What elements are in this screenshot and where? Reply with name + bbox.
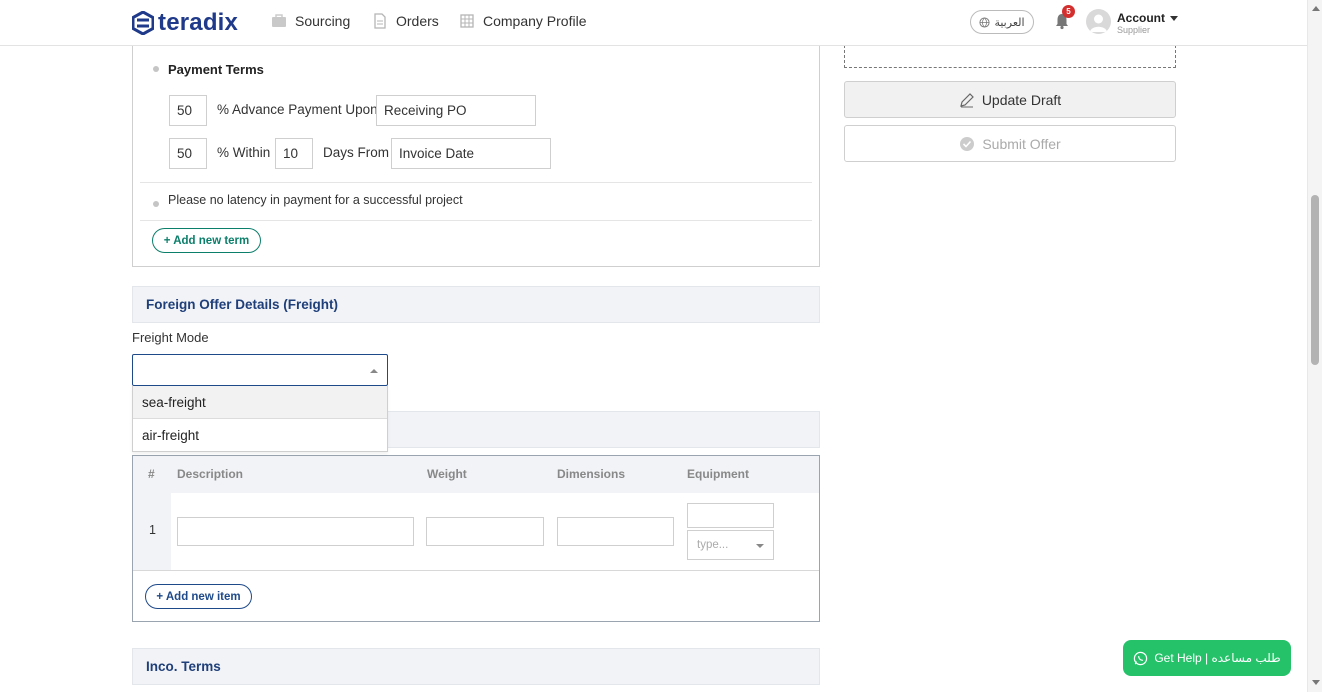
account-role: Supplier <box>1117 25 1151 35</box>
add-new-item-button[interactable]: + Add new item <box>145 584 252 609</box>
brand-name: teradix <box>158 9 239 36</box>
user-icon <box>1090 14 1107 32</box>
within-percent-input[interactable]: 50 <box>169 138 207 169</box>
option-air-freight[interactable]: air-freight <box>133 419 387 452</box>
language-toggle-button[interactable]: العربية <box>970 10 1034 34</box>
notification-badge: 5 <box>1062 5 1075 18</box>
get-help-button[interactable]: Get Help | طلب مساعده <box>1123 640 1291 676</box>
document-icon <box>374 13 386 29</box>
nav-company-profile-label: Company Profile <box>483 13 587 29</box>
payment-terms-card: Payment Terms 50 % Advance Payment Upon … <box>132 40 820 267</box>
days-from-text: Days From <box>323 145 390 160</box>
equipment-type-select[interactable]: type... <box>687 530 774 560</box>
language-label: العربية <box>994 16 1025 29</box>
divider <box>140 182 812 183</box>
equipment-type-placeholder: type... <box>697 539 729 551</box>
freight-mode-label: Freight Mode <box>132 330 209 345</box>
scroll-up-icon[interactable] <box>1312 6 1320 11</box>
chevron-down-icon <box>756 544 764 548</box>
nav-orders[interactable]: Orders <box>372 13 439 29</box>
submit-offer-button[interactable]: Submit Offer <box>844 125 1176 162</box>
add-new-term-button[interactable]: + Add new term <box>152 228 261 253</box>
row-number: 1 <box>149 523 156 537</box>
advance-percent-input[interactable]: 50 <box>169 95 207 126</box>
equipment-quantity-input[interactable] <box>687 503 774 528</box>
freight-mode-select[interactable] <box>132 354 388 386</box>
header-number: # <box>148 467 155 481</box>
nav-sourcing[interactable]: Sourcing <box>271 13 350 29</box>
payment-terms-heading: Payment Terms <box>168 62 264 77</box>
update-draft-button[interactable]: Update Draft <box>844 81 1176 118</box>
building-icon <box>460 14 474 28</box>
within-event-select[interactable]: Invoice Date <box>391 138 551 169</box>
divider <box>133 570 819 571</box>
globe-icon <box>979 16 991 28</box>
freight-mode-dropdown: sea-freight air-freight <box>132 386 388 452</box>
within-days-input[interactable]: 10 <box>275 138 313 169</box>
pencil-icon <box>959 92 974 107</box>
teradix-logo[interactable]: teradix <box>132 9 238 37</box>
freight-section-header: Foreign Offer Details (Freight) <box>132 286 820 323</box>
submit-offer-label: Submit Offer <box>982 135 1061 152</box>
option-sea-freight[interactable]: sea-freight <box>133 386 387 419</box>
scrollbar-thumb[interactable] <box>1311 195 1319 365</box>
page-scrollbar[interactable] <box>1307 0 1322 692</box>
within-text: % Within <box>217 145 271 160</box>
account-menu[interactable]: Account Supplier <box>1117 11 1178 35</box>
get-help-label: Get Help | طلب مساعده <box>1154 651 1281 665</box>
freight-items-table: # Description Weight Dimensions Equipmen… <box>132 455 820 622</box>
top-navbar: teradix Sourcing Orders Company Profile … <box>0 0 1307 46</box>
dimensions-input[interactable] <box>557 517 674 546</box>
avatar[interactable] <box>1086 9 1111 34</box>
scroll-down-icon[interactable] <box>1312 680 1320 685</box>
header-equipment: Equipment <box>687 467 749 481</box>
whatsapp-icon <box>1134 651 1148 665</box>
nav-orders-label: Orders <box>396 13 439 29</box>
table-header-row: # Description Weight Dimensions Equipmen… <box>133 456 819 493</box>
header-dimensions: Dimensions <box>557 467 626 481</box>
nav-sourcing-label: Sourcing <box>295 13 351 29</box>
payment-note: Please no latency in payment for a succe… <box>168 193 463 207</box>
nav-company-profile[interactable]: Company Profile <box>459 13 587 29</box>
chevron-up-icon <box>370 369 378 373</box>
weight-input[interactable] <box>426 517 544 546</box>
inco-terms-section-header: Inco. Terms <box>132 648 820 685</box>
account-label: Account <box>1117 11 1165 25</box>
check-circle-icon <box>960 136 975 151</box>
caret-down-icon <box>1170 15 1178 21</box>
advance-text: % Advance Payment Upon <box>217 102 378 117</box>
briefcase-icon <box>272 14 286 27</box>
advance-event-select[interactable]: Receiving PO <box>376 95 536 126</box>
bullet-icon <box>153 201 159 207</box>
teradix-logo-icon <box>132 11 154 35</box>
bullet-icon <box>153 66 159 72</box>
header-description: Description <box>177 467 244 481</box>
update-draft-label: Update Draft <box>981 91 1062 108</box>
header-weight: Weight <box>427 467 467 481</box>
divider <box>140 220 812 221</box>
description-input[interactable] <box>177 517 414 546</box>
